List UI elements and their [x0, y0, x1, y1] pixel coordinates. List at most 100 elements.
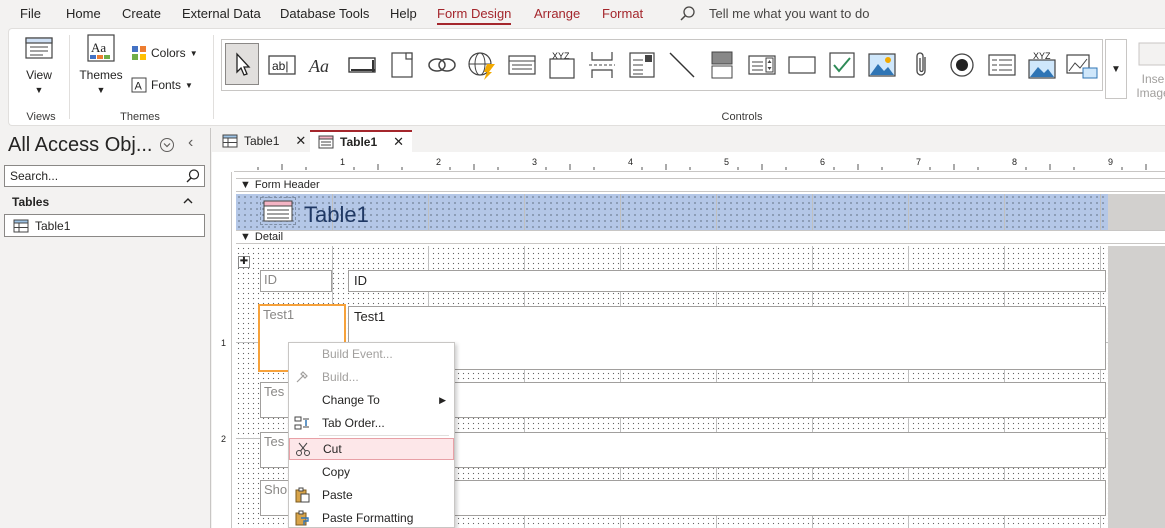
- colors-button[interactable]: Colors ▼: [131, 42, 198, 64]
- textbox-icon[interactable]: ab|: [265, 46, 299, 84]
- combo-box-icon[interactable]: [625, 46, 659, 84]
- field-textbox-show[interactable]: [348, 480, 1106, 516]
- menu-home[interactable]: Home: [66, 6, 101, 21]
- attachment-icon[interactable]: [905, 46, 939, 84]
- svg-text:XYZ: XYZ: [1033, 51, 1051, 61]
- grid-line: [1100, 194, 1101, 230]
- subform-icon[interactable]: [985, 46, 1019, 84]
- line-icon[interactable]: [665, 46, 699, 84]
- nav-item-table1[interactable]: Table1: [4, 214, 205, 237]
- chevron-down-icon: ▼: [34, 85, 44, 95]
- option-group-icon[interactable]: XYZ: [545, 46, 579, 84]
- menu-file[interactable]: File: [20, 6, 41, 21]
- label-icon[interactable]: Aa: [305, 46, 339, 84]
- chevron-up-icon: [182, 195, 194, 209]
- list-box-icon[interactable]: [745, 46, 779, 84]
- chevron-down-icon: ▼: [189, 48, 198, 58]
- tab-control-icon[interactable]: [385, 46, 419, 84]
- themes-button[interactable]: Aa Themes ▼: [75, 33, 127, 105]
- scissors-icon: [294, 440, 312, 458]
- layout-move-handle-icon[interactable]: ✚: [238, 256, 250, 268]
- form-icon: [318, 135, 334, 149]
- menu-create[interactable]: Create: [122, 6, 161, 21]
- views-group-label: Views: [26, 111, 56, 123]
- grid-line: [524, 194, 525, 230]
- ruler-mark: 8: [1012, 157, 1018, 167]
- tab-label: Table1: [244, 134, 280, 148]
- grid-line: [908, 194, 909, 230]
- menu-item-change-to[interactable]: Change To ▶: [289, 389, 454, 411]
- menu-item-paste-formatting[interactable]: Paste Formatting: [289, 507, 454, 528]
- menu-help[interactable]: Help: [390, 6, 417, 21]
- insert-image-label: Inse Image: [1136, 72, 1165, 100]
- nav-section-tables[interactable]: Tables: [0, 193, 210, 213]
- build-icon: [293, 368, 311, 386]
- form-header-bar[interactable]: ▼ Form Header: [236, 178, 1165, 192]
- navigation-control-icon[interactable]: [505, 46, 539, 84]
- ruler-mark: 1: [221, 338, 227, 348]
- chevron-down-icon: ▼: [185, 80, 193, 90]
- menu-item-label: Copy: [322, 465, 351, 479]
- menu-item-build-event[interactable]: Build Event...: [289, 343, 454, 365]
- hyperlink-icon[interactable]: [425, 46, 459, 84]
- menu-format[interactable]: Format: [602, 6, 643, 21]
- tab-order-icon: [293, 414, 311, 432]
- svg-text:XYZ: XYZ: [552, 51, 570, 61]
- nav-dropdown-icon[interactable]: [160, 138, 174, 152]
- tab-table1-form[interactable]: Table1 ✕: [310, 130, 413, 152]
- vertical-ruler: 1 2: [216, 172, 232, 528]
- checkbox-icon[interactable]: [825, 46, 859, 84]
- chart-icon[interactable]: [1065, 46, 1099, 84]
- option-button-icon[interactable]: [945, 46, 979, 84]
- field-textbox-test2[interactable]: [348, 382, 1106, 418]
- form-header-label: Form Header: [254, 179, 320, 191]
- section-collapse-icon: ▼: [240, 231, 251, 243]
- image-icon[interactable]: [865, 46, 899, 84]
- field-textbox-id[interactable]: ID: [348, 270, 1106, 292]
- form-title-label[interactable]: Table1: [304, 202, 369, 228]
- nav-pane-title[interactable]: All Access Obj...: [8, 134, 153, 157]
- menu-external-data[interactable]: External Data: [182, 6, 261, 21]
- menu-item-tab-order[interactable]: Tab Order...: [289, 412, 454, 434]
- web-browser-icon[interactable]: [465, 46, 499, 84]
- detail-bar[interactable]: ▼ Detail: [236, 230, 1165, 244]
- close-icon[interactable]: ✕: [393, 134, 404, 150]
- controls-gallery: ab| Aa XYZ XYZ: [221, 39, 1103, 91]
- field-label-id[interactable]: ID: [260, 270, 332, 292]
- select-pointer-icon[interactable]: [225, 43, 259, 85]
- menu-item-paste[interactable]: Paste: [289, 484, 454, 506]
- fonts-button[interactable]: A Fonts ▼: [131, 74, 193, 96]
- ribbon: View ▼ Views Aa Themes ▼ Colors ▼ A Font…: [8, 28, 1165, 126]
- search-icon[interactable]: [185, 168, 201, 184]
- form-header-outside: [1108, 194, 1165, 230]
- section-collapse-icon: ▼: [240, 179, 251, 191]
- grid-line: [716, 194, 717, 230]
- tell-me-input[interactable]: Tell me what you want to do: [709, 6, 869, 21]
- rectangle-icon[interactable]: [785, 46, 819, 84]
- view-button[interactable]: View ▼: [15, 35, 63, 105]
- menu-item-label: Tab Order...: [322, 416, 385, 430]
- menu-form-design[interactable]: Form Design: [437, 6, 512, 25]
- nav-search-input[interactable]: Search...: [4, 165, 205, 187]
- tab-table1-datasheet[interactable]: Table1 ✕: [214, 130, 314, 152]
- svg-text:ab|: ab|: [272, 59, 288, 73]
- page-break-icon[interactable]: [585, 46, 619, 84]
- menu-arrange[interactable]: Arrange: [534, 6, 580, 21]
- insert-image-button[interactable]: Inse Image: [1133, 39, 1165, 109]
- menu-database-tools[interactable]: Database Tools: [280, 6, 369, 21]
- menu-item-cut[interactable]: Cut: [289, 438, 454, 460]
- submenu-arrow-icon: ▶: [439, 394, 446, 405]
- field-textbox-test1[interactable]: Test1: [348, 306, 1106, 370]
- button-icon[interactable]: [345, 46, 379, 84]
- bound-object-frame-icon[interactable]: XYZ: [1025, 46, 1059, 84]
- gallery-more-button[interactable]: ▼: [1105, 39, 1127, 99]
- menu-bar: File Home Create External Data Database …: [0, 0, 1165, 28]
- close-icon[interactable]: ✕: [295, 133, 306, 149]
- menu-item-build[interactable]: Build...: [289, 366, 454, 388]
- menu-item-copy[interactable]: Copy: [289, 461, 454, 483]
- toggle-button-icon[interactable]: [705, 46, 739, 84]
- field-textbox-test3[interactable]: [348, 432, 1106, 468]
- nav-item-label: Table1: [35, 218, 71, 233]
- form-logo[interactable]: [260, 197, 296, 225]
- collapse-pane-icon[interactable]: ‹: [188, 134, 193, 152]
